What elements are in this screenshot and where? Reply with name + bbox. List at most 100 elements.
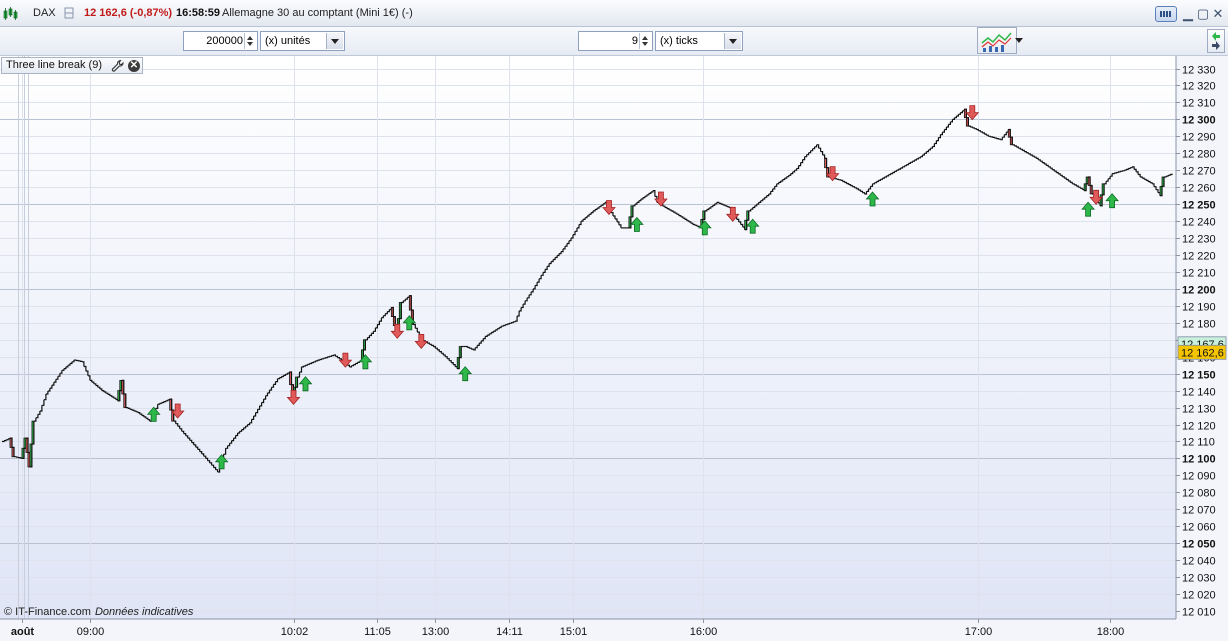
price-segment bbox=[325, 356, 328, 359]
title-bar: DAX 12 162,6 (-0,87%) 16:58:59 Allemagne… bbox=[0, 0, 1228, 27]
units-spin-icon[interactable] bbox=[244, 33, 256, 49]
x-tick-label: 17:00 bbox=[965, 626, 993, 638]
price-segment bbox=[988, 135, 991, 137]
x-tick-label: août bbox=[11, 626, 35, 638]
x-tick-label: 15:01 bbox=[560, 626, 588, 638]
y-tick-label: 12 120 bbox=[1182, 421, 1216, 433]
current-price-tag-label: 12 162,6 bbox=[1181, 347, 1224, 359]
y-tick-label: 12 300 bbox=[1182, 115, 1216, 127]
side-panel-toggle[interactable] bbox=[1207, 29, 1225, 53]
close-indicator-icon[interactable]: ✕ bbox=[128, 60, 140, 72]
price-segment bbox=[331, 355, 334, 357]
price-segment bbox=[994, 137, 997, 139]
y-tick-label: 12 210 bbox=[1182, 268, 1216, 280]
y-tick-label: 12 230 bbox=[1182, 234, 1216, 246]
y-tick-label: 12 220 bbox=[1182, 251, 1216, 263]
instrument-name: DAX bbox=[33, 7, 56, 19]
x-tick-label: 10:02 bbox=[281, 626, 309, 638]
y-tick-label: 12 010 bbox=[1182, 607, 1216, 619]
minimize-icon[interactable]: ▁ bbox=[1181, 7, 1195, 21]
price-segment bbox=[1116, 171, 1119, 174]
y-tick-label: 12 260 bbox=[1182, 183, 1216, 195]
separator-icon bbox=[64, 7, 74, 19]
price-tags: 12 167,612 162,6 bbox=[1177, 336, 1227, 360]
y-tick-label: 12 070 bbox=[1182, 505, 1216, 517]
price-segment bbox=[838, 179, 842, 181]
y-tick-label: 12 030 bbox=[1182, 573, 1216, 585]
ticks-select-label: (x) ticks bbox=[660, 35, 698, 47]
price-segment bbox=[836, 178, 840, 180]
y-tick-label: 12 100 bbox=[1182, 454, 1216, 466]
x-tick-label: 18:00 bbox=[1097, 626, 1125, 638]
price-segment bbox=[996, 138, 999, 140]
keyboard-icon[interactable] bbox=[1155, 6, 1177, 22]
close-icon[interactable]: ✕ bbox=[1211, 7, 1225, 21]
ticks-stepper[interactable]: 9 bbox=[578, 31, 653, 51]
x-axis-panel bbox=[0, 619, 1176, 641]
x-tick-label: 13:00 bbox=[422, 626, 450, 638]
price-segment bbox=[14, 456, 17, 458]
maximize-icon[interactable]: ▢ bbox=[1196, 7, 1210, 21]
y-tick-label: 12 080 bbox=[1182, 488, 1216, 500]
ticks-spin-icon[interactable] bbox=[639, 33, 651, 49]
price-segment bbox=[501, 325, 504, 327]
price-segment bbox=[327, 356, 330, 358]
price-segment bbox=[507, 323, 510, 325]
price-segment bbox=[77, 360, 81, 362]
y-tick-label: 12 280 bbox=[1182, 149, 1216, 161]
y-tick-label: 12 240 bbox=[1182, 217, 1216, 229]
y-tick-label: 12 140 bbox=[1182, 387, 1216, 399]
price-segment bbox=[505, 324, 508, 326]
y-tick-label: 12 090 bbox=[1182, 471, 1216, 483]
y-tick-label: 12 310 bbox=[1182, 98, 1216, 110]
chart-candles-icon bbox=[3, 7, 18, 20]
price-segment bbox=[998, 138, 1001, 140]
x-tick-label: 11:05 bbox=[364, 626, 391, 638]
price-segment bbox=[323, 357, 326, 359]
ticks-value: 9 bbox=[631, 35, 638, 47]
y-tick-label: 12 270 bbox=[1182, 166, 1216, 178]
chart-toolbar: 200000 (x) unités 9 (x) ticks bbox=[0, 27, 1228, 56]
plot-area bbox=[0, 56, 1176, 619]
indicator-label: Three line break (9) bbox=[6, 59, 102, 71]
price-segment bbox=[329, 355, 332, 357]
price-segment bbox=[990, 136, 993, 138]
credit-source: © IT-Finance.com bbox=[4, 606, 91, 618]
price-segment bbox=[319, 358, 323, 361]
indicator-tag[interactable]: Three line break (9) ✕ bbox=[1, 57, 143, 74]
y-tick-label: 12 250 bbox=[1182, 200, 1216, 212]
y-tick-label: 12 110 bbox=[1182, 437, 1215, 449]
credit-text: © IT-Finance.com Données indicatives bbox=[4, 606, 193, 618]
price-segment bbox=[1122, 170, 1125, 172]
units-select[interactable]: (x) unités bbox=[260, 31, 345, 51]
price-segment bbox=[509, 322, 512, 324]
y-tick-label: 12 200 bbox=[1182, 285, 1216, 297]
quote-time: 16:58:59 bbox=[176, 7, 221, 19]
units-stepper[interactable]: 200000 bbox=[183, 31, 258, 51]
y-tick-label: 12 040 bbox=[1182, 556, 1216, 568]
chart-type-icon bbox=[981, 32, 1012, 52]
price-segment bbox=[513, 321, 516, 323]
y-tick-label: 12 190 bbox=[1182, 302, 1216, 314]
price-change: 12 162,6 (-0,87%) bbox=[84, 7, 173, 19]
y-tick-label: 12 290 bbox=[1182, 132, 1216, 144]
y-tick-label: 12 060 bbox=[1182, 522, 1216, 534]
y-tick-label: 12 050 bbox=[1182, 539, 1216, 551]
price-segment bbox=[321, 358, 325, 360]
y-tick-label: 12 130 bbox=[1182, 404, 1216, 416]
units-value: 200000 bbox=[206, 35, 243, 47]
chart-type-button[interactable] bbox=[977, 27, 1017, 54]
price-segment bbox=[1112, 173, 1115, 175]
price-segment bbox=[834, 178, 838, 180]
instrument-description: Allemagne 30 au comptant (Mini 1€) (-) bbox=[222, 7, 413, 19]
chart-type-dropdown-icon[interactable] bbox=[1015, 38, 1023, 43]
arrows-icon bbox=[1212, 32, 1220, 50]
chevron-down-icon[interactable] bbox=[326, 33, 343, 49]
price-segment bbox=[1114, 172, 1117, 174]
price-chart[interactable]: 12 010 12 020 12 030 12 040 12 050 12 060 12 0… bbox=[0, 56, 1228, 641]
ticks-select[interactable]: (x) ticks bbox=[655, 31, 743, 51]
wrench-icon[interactable] bbox=[111, 59, 125, 73]
chevron-down-icon[interactable] bbox=[724, 33, 741, 49]
credit-note: Données indicatives bbox=[94, 606, 194, 618]
x-tick-label: 16:00 bbox=[690, 626, 718, 638]
